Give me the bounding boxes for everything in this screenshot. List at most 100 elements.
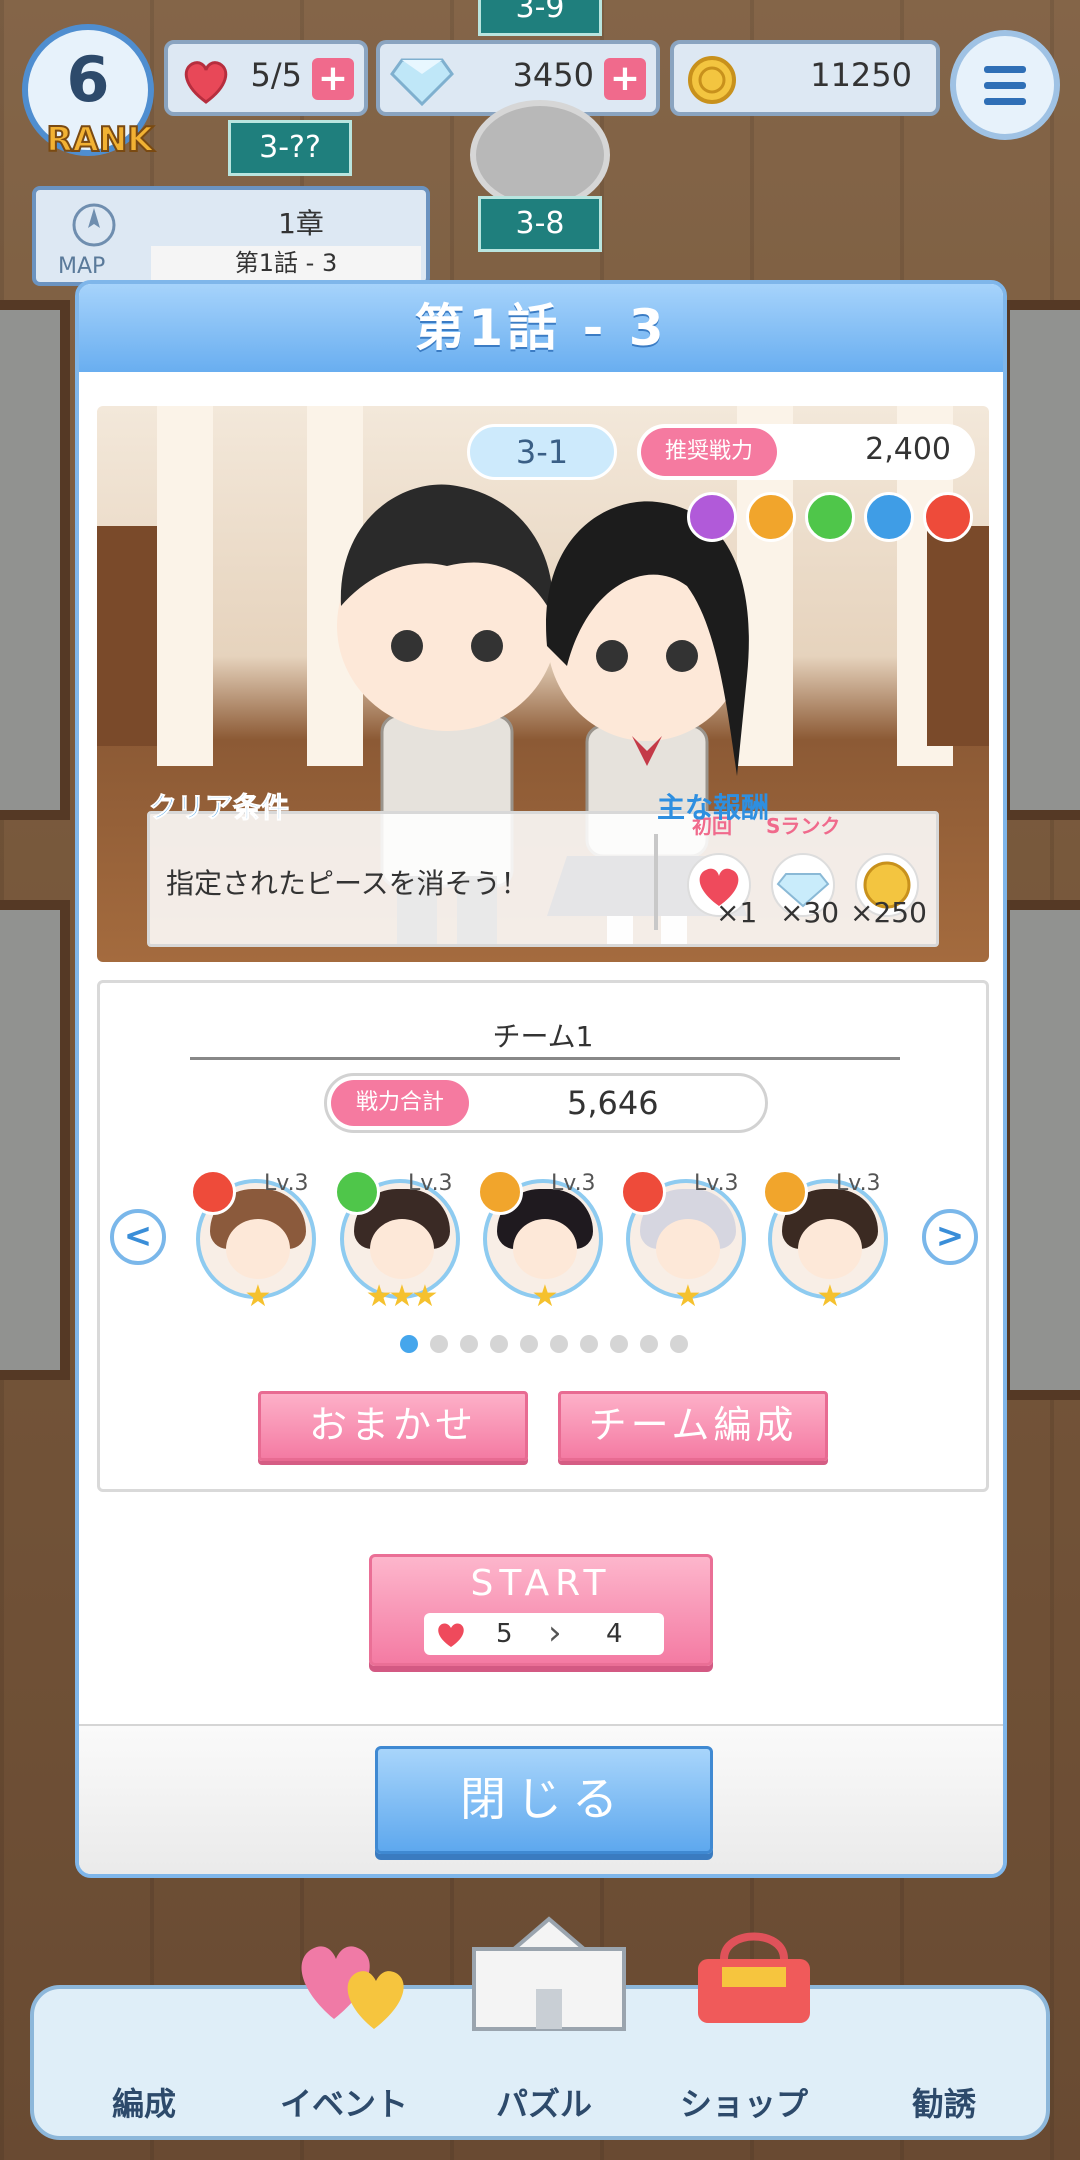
stamina-cost: 5 › 4 [424,1613,664,1655]
coin-value: 11250 [810,56,912,94]
gem-value: 3450 [512,56,594,94]
team-name: チーム1 [492,1020,594,1053]
nav-label-recruit: 勧誘 [911,2085,976,2123]
menu-bar-3 [984,98,1026,105]
shop-basket-icon [698,1932,810,2023]
clear-condition-text: 指定されたピースを消そう！ [166,867,529,900]
member-stars: ★ [244,1279,272,1314]
page-dot[interactable] [550,1335,568,1353]
reward-divider [654,834,658,930]
member-face [656,1219,720,1279]
nav-item-puzzle[interactable]: パズル [444,1916,644,2139]
member-stars: ★★★ [365,1279,439,1314]
map-episode: 第1話 - 3 [151,246,421,280]
nav-item-formation[interactable]: 編成 [44,1989,244,2139]
modal-title: 第1話 - 3 [79,284,1003,372]
member-attribute-icon [190,1169,236,1215]
red-attribute-icon [923,492,973,542]
page-dot[interactable] [430,1335,448,1353]
member-attribute-icon [477,1169,523,1215]
lock-icon [470,100,610,210]
page-dot[interactable] [490,1335,508,1353]
clear-condition-title: クリア条件 [148,791,290,825]
member-face [513,1219,577,1279]
heart-balloon-icon [301,1946,404,2029]
main-menu-button[interactable] [950,30,1060,140]
green-attribute-icon [805,492,855,542]
modal-footer: 閉じる [79,1724,1003,1874]
member-face [798,1219,862,1279]
reward-qty-gem: ×30 [780,896,840,929]
heart-counter[interactable]: 5/5 + [164,40,368,116]
nav-item-recruit[interactable]: 勧誘 [844,1989,1044,2139]
auto-select-button[interactable]: おまかせ [258,1391,528,1461]
corridor-door [927,526,989,746]
member-level: Lv.3 [551,1171,596,1196]
rank-label: RANK [45,119,154,161]
nav-item-event[interactable]: イベント [244,1946,444,2139]
heart-value: 5/5 [250,56,303,94]
team-member[interactable]: Lv.3 ★ [620,1169,750,1314]
page-dot[interactable] [400,1335,418,1353]
start-button[interactable]: START 5 › 4 [369,1554,713,1666]
heart-icon [438,1623,464,1647]
chevron-right-icon: › [548,1613,562,1653]
stage-tag-3-8[interactable]: 3-8 [478,196,602,252]
nav-item-shop[interactable]: ショップ [644,1932,844,2139]
orange-attribute-icon [746,492,796,542]
team-panel: チーム1 戦力合計 5,646 < > Lv.3 ★ Lv.3 ★★★ Lv.3… [97,980,989,1492]
member-face [370,1219,434,1279]
member-level: Lv.3 [264,1171,309,1196]
clear-condition-box: 指定されたピースを消そう！ 初回 ×1 Sランク ×30 ×250 [147,811,939,947]
page-dot[interactable] [580,1335,598,1353]
heart-icon [184,61,228,104]
recommended-power: 推奨戦力 2,400 [637,424,975,480]
team-next-button[interactable]: > [922,1209,978,1265]
team-member[interactable]: Lv.3 ★★★ [334,1169,464,1314]
member-stars: ★ [531,1279,559,1314]
team-page-indicator[interactable] [400,1335,700,1357]
nav-label-shop: ショップ [679,2085,808,2123]
reward-coin: ×250 [850,814,940,944]
page-dot[interactable] [670,1335,688,1353]
team-member[interactable]: Lv.3 ★ [477,1169,607,1314]
add-gems-button[interactable]: + [604,58,646,100]
team-edit-button[interactable]: チーム編成 [558,1391,828,1461]
purple-attribute-icon [687,492,737,542]
nav-label-puzzle: パズル [495,2085,592,2123]
menu-bar-2 [984,82,1026,89]
member-stars: ★ [816,1279,844,1314]
member-attribute-icon [620,1169,666,1215]
stage-detail-modal: 第1話 - 3 3-1 推奨戦力 2,400 指定されたピースを消そう！ 初回 … [75,280,1007,1878]
page-dot[interactable] [460,1335,478,1353]
reward-qty-coin: ×250 [850,896,927,929]
team-member[interactable]: Lv.3 ★ [762,1169,892,1314]
map-chapter: 1章 [278,207,324,240]
page-dot[interactable] [520,1335,538,1353]
corridor-pillar [157,406,213,766]
stamina-from: 5 [496,1619,513,1649]
stage-id-badge: 3-1 [467,424,617,480]
school-building-icon [472,1916,626,2031]
reward-tag-s-rank: Sランク [766,814,841,838]
page-dot[interactable] [610,1335,628,1353]
reward-qty-heart: ×1 [716,896,758,929]
close-button[interactable]: 閉じる [375,1746,713,1854]
start-label: START [470,1563,612,1604]
compass-icon [72,203,116,247]
page-dot[interactable] [640,1335,658,1353]
team-prev-button[interactable]: < [110,1209,166,1265]
gem-icon [390,58,454,107]
team-member[interactable]: Lv.3 ★ [190,1169,320,1314]
stamina-to: 4 [606,1619,623,1649]
member-level: Lv.3 [694,1171,739,1196]
bottom-navigation: 編成 イベント パズル ショップ 勧誘 [30,1916,1050,2140]
member-level: Lv.3 [836,1171,881,1196]
stage-tag-3-unknown[interactable]: 3-?? [228,120,352,176]
map-panel[interactable]: MAP 1章 第1話 - 3 [32,186,430,286]
rank-number: 6 [66,43,110,116]
stage-tag-3-9[interactable]: 3-9 [478,0,602,36]
rank-badge[interactable]: 6 RANK [22,24,155,161]
nav-label-event: イベント [279,2085,408,2123]
add-hearts-button[interactable]: + [312,58,354,100]
